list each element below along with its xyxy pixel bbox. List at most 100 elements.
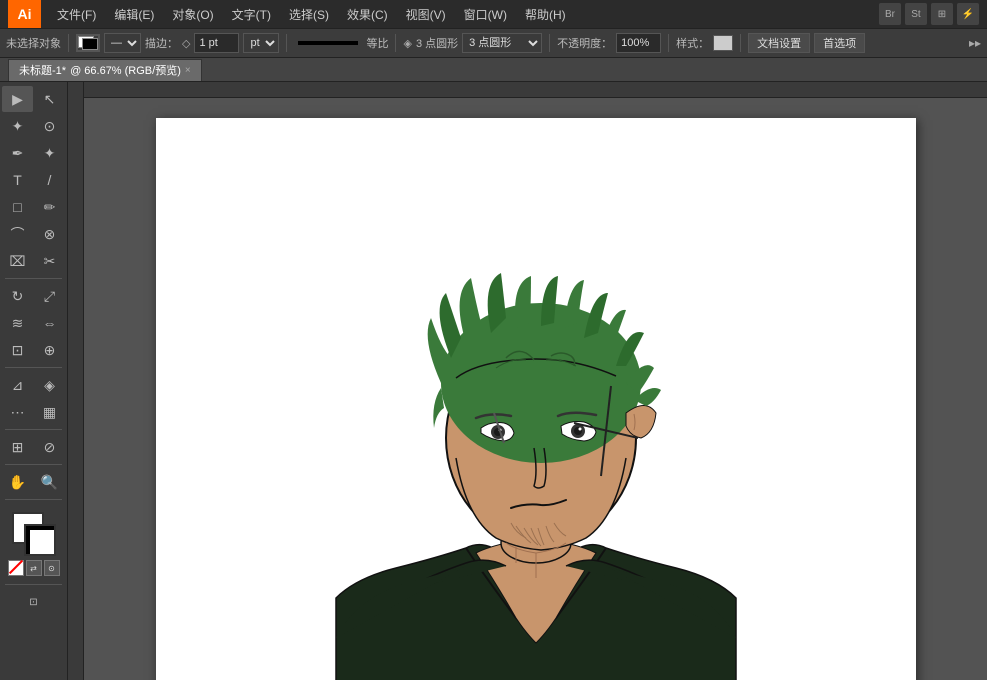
titlebar-right: Br St ⊞ ⚡	[879, 3, 979, 25]
equal-label: 等比	[366, 35, 388, 51]
width-tool[interactable]: ⇔	[34, 310, 65, 336]
document-tab[interactable]: 未标题-1* @ 66.67% (RGB/预览) ×	[8, 59, 202, 81]
stroke-unit-select[interactable]: pt	[243, 33, 279, 53]
eraser-tool[interactable]: ⌧	[2, 248, 33, 274]
stock-icon[interactable]: St	[905, 3, 927, 25]
tool-row-1: ▶ ↖	[2, 86, 65, 112]
menu-view[interactable]: 视图(V)	[398, 4, 454, 25]
menu-file[interactable]: 文件(F)	[49, 4, 104, 25]
menu-window[interactable]: 窗口(W)	[456, 4, 515, 25]
zoom-tool[interactable]: 🔍	[34, 469, 65, 495]
doc-setup-button[interactable]: 文档设置	[748, 33, 810, 53]
rect-tool[interactable]: □	[2, 194, 33, 220]
toolbar-separator-6	[740, 34, 741, 52]
no-selection-label: 未选择对象	[6, 35, 61, 51]
symbol-spray-tool[interactable]: ⋯	[2, 399, 33, 425]
artboard-tool[interactable]: ⊞	[2, 434, 33, 460]
tabbar: 未标题-1* @ 66.67% (RGB/预览) ×	[0, 58, 987, 82]
blob-tool[interactable]: ⊗	[34, 221, 65, 247]
hand-tool[interactable]: ✋	[2, 469, 33, 495]
bridge-icon[interactable]: Br	[879, 3, 901, 25]
magic-wand-tool[interactable]: ✦	[2, 113, 33, 139]
tool-row-13: ⊞ ⊘	[2, 434, 65, 460]
tool-separator-6	[5, 584, 62, 585]
default-colors-icon[interactable]: ⊙	[44, 560, 60, 576]
menu-bar: 文件(F) 编辑(E) 对象(O) 文字(T) 选择(S) 效果(C) 视图(V…	[49, 4, 871, 25]
toolbar-separator-3	[395, 34, 396, 52]
tool-separator-5	[5, 499, 62, 500]
warp-tool[interactable]: ≋	[2, 310, 33, 336]
tool-row-9: ≋ ⇔	[2, 310, 65, 336]
tool-row-5: □ ✏	[2, 194, 65, 220]
tool-row-3: ✒ ✦	[2, 140, 65, 166]
eyedropper-tool[interactable]: ⊿	[2, 372, 33, 398]
toolbar-options-icon[interactable]: ▸▸	[969, 36, 981, 50]
artwork-svg	[156, 118, 916, 680]
tool-separator-1	[5, 278, 62, 279]
select-tool[interactable]: ▶	[2, 86, 33, 112]
tool-row-7: ⌧ ✂	[2, 248, 65, 274]
prefs-button[interactable]: 首选项	[814, 33, 865, 53]
pencil-tool[interactable]: ✏	[34, 194, 65, 220]
canvas-area[interactable]	[68, 82, 987, 680]
canvas-content	[84, 98, 987, 680]
tool-row-drawing-mode: ⊡	[2, 589, 65, 615]
free-transform-tool[interactable]: ⊡	[2, 337, 33, 363]
app-logo: Ai	[8, 0, 41, 28]
tool-row-4: T /	[2, 167, 65, 193]
tool-row-11: ⊿ ◈	[2, 372, 65, 398]
search-icon[interactable]: ⚡	[957, 3, 979, 25]
bar-chart-tool[interactable]: ▦	[34, 399, 65, 425]
menu-help[interactable]: 帮助(H)	[517, 4, 574, 25]
type-tool[interactable]: T	[2, 167, 33, 193]
toolbar-separator-1	[68, 34, 69, 52]
menu-effect[interactable]: 效果(C)	[339, 4, 396, 25]
tool-row-8: ↻ ⤢	[2, 283, 65, 309]
stroke-style-select[interactable]: —	[104, 33, 141, 53]
stroke-width-input[interactable]	[194, 33, 239, 53]
point-indicator: ◈	[403, 37, 411, 50]
tool-separator-3	[5, 429, 62, 430]
lasso-tool[interactable]: ⊙	[34, 113, 65, 139]
workspace-icon[interactable]: ⊞	[931, 3, 953, 25]
slice-tool[interactable]: ⊘	[34, 434, 65, 460]
menu-select[interactable]: 选择(S)	[281, 4, 337, 25]
pen-tool[interactable]: ✒	[2, 140, 33, 166]
toolbar-separator-2	[286, 34, 287, 52]
rotate-tool[interactable]: ↻	[2, 283, 33, 309]
drawing-mode-normal[interactable]: ⊡	[2, 589, 65, 615]
style-swatch[interactable]	[713, 35, 733, 51]
tool-row-12: ⋯ ▦	[2, 399, 65, 425]
horizontal-ruler	[68, 82, 987, 98]
blend-tool[interactable]: ◈	[34, 372, 65, 398]
point-select[interactable]: 3 点圆形	[462, 33, 542, 53]
brush-tool[interactable]: ⌒	[2, 221, 33, 247]
toolbar-separator-5	[668, 34, 669, 52]
point-label: 3 点圆形	[416, 35, 458, 51]
menu-object[interactable]: 对象(O)	[164, 4, 221, 25]
anchor-tool[interactable]: ✦	[34, 140, 65, 166]
scale-tool[interactable]: ⤢	[34, 283, 65, 309]
stroke-color-swatch[interactable]	[76, 34, 100, 52]
scissors-tool[interactable]: ✂	[34, 248, 65, 274]
swap-colors-icon[interactable]: ⇄	[26, 560, 42, 576]
main-area: ▶ ↖ ✦ ⊙ ✒ ✦ T / □ ✏ ⌒ ⊗ ⌧ ✂ ↻ ⤢	[0, 82, 987, 680]
menu-type[interactable]: 文字(T)	[224, 4, 279, 25]
none-icon[interactable]	[8, 560, 24, 576]
shape-builder-tool[interactable]: ⊕	[34, 337, 65, 363]
tab-close-button[interactable]: ×	[185, 65, 191, 76]
tool-row-6: ⌒ ⊗	[2, 221, 65, 247]
opacity-input[interactable]	[616, 33, 661, 53]
toolbar-separator-4	[549, 34, 550, 52]
stroke-color[interactable]	[24, 524, 56, 556]
vertical-ruler	[68, 82, 84, 680]
tool-row-14: ✋ 🔍	[2, 469, 65, 495]
control-toolbar: 未选择对象 — 描边： ◇ pt 等比 ◈ 3 点圆形 3 点圆形 不透明度： …	[0, 28, 987, 58]
small-color-icons: ⇄ ⊙	[8, 560, 60, 576]
line-tool[interactable]: /	[34, 167, 65, 193]
left-toolbar: ▶ ↖ ✦ ⊙ ✒ ✦ T / □ ✏ ⌒ ⊗ ⌧ ✂ ↻ ⤢	[0, 82, 68, 680]
direct-select-tool[interactable]: ↖	[34, 86, 65, 112]
color-boxes[interactable]	[12, 512, 56, 556]
menu-edit[interactable]: 编辑(E)	[106, 4, 162, 25]
style-label: 样式：	[676, 35, 709, 51]
